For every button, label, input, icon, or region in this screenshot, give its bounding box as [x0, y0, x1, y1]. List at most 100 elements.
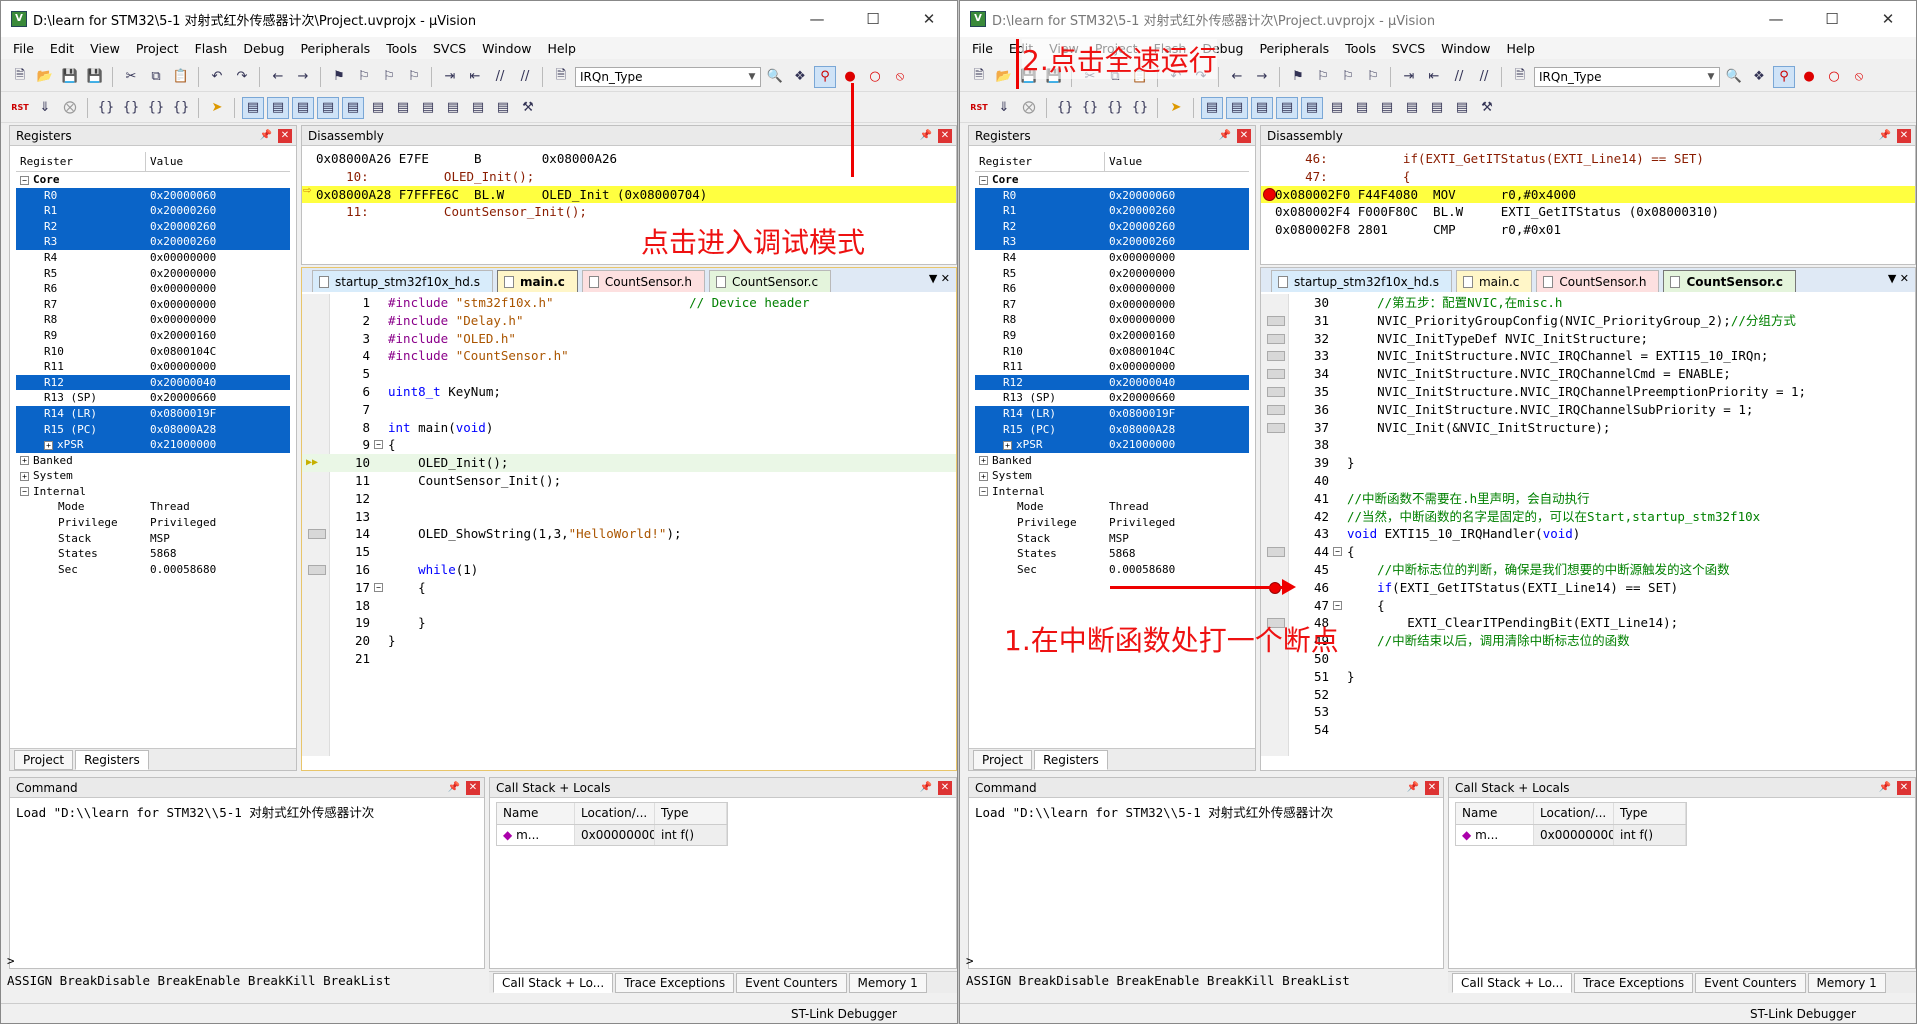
cut-icon[interactable]: ✂	[120, 66, 142, 88]
register-row[interactable]: R1 0x20000260	[16, 203, 290, 219]
register-row[interactable]: R11 0x00000000	[16, 359, 290, 375]
disassembly-line[interactable]: 47: {	[1261, 168, 1915, 186]
code-line[interactable]: 45 //中断标志位的判断，确保是我们想要的中断源触发的这个函数	[1261, 561, 1915, 579]
run-to-cursor-icon[interactable]: {}	[1129, 97, 1151, 119]
code-line[interactable]: 47 {−	[1261, 597, 1915, 615]
unindent-icon[interactable]: ⇤	[464, 66, 486, 88]
register-row[interactable]: Mode Thread	[975, 499, 1249, 515]
disassembly-line[interactable]: 46: if(EXTI_GetITStatus(EXTI_Line14) == …	[1261, 150, 1915, 168]
bookmark-icon[interactable]: ⚑	[1287, 66, 1309, 88]
code-line[interactable]: 20}	[302, 632, 956, 650]
disassembly-view[interactable]: 46: if(EXTI_GetITStatus(EXTI_Line14) == …	[1261, 146, 1915, 264]
indent-icon[interactable]: ⇥	[1398, 66, 1420, 88]
copy-icon[interactable]: ⧉	[145, 66, 167, 88]
code-line[interactable]: 31 NVIC_PriorityGroupConfig(NVIC_Priorit…	[1261, 312, 1915, 330]
bookmark-clear-icon[interactable]: ⚐	[403, 66, 425, 88]
executable-line-marker[interactable]	[308, 529, 326, 540]
step-over-icon[interactable]: {}	[1079, 97, 1101, 119]
code-line[interactable]: 35 NVIC_InitStructure.NVIC_IRQChannelPre…	[1261, 383, 1915, 401]
code-line[interactable]: 17 {−	[302, 579, 956, 597]
code-line[interactable]: 39}	[1261, 454, 1915, 472]
code-line[interactable]: 30 //第五步：配置NVIC,在misc.h	[1261, 294, 1915, 312]
close-icon[interactable]: ✕	[1860, 1, 1916, 37]
uncomment-icon[interactable]: //	[514, 66, 536, 88]
code-line[interactable]: 46 if(EXTI_GetITStatus(EXTI_Line14) == S…	[1261, 579, 1915, 597]
register-row[interactable]: R9 0x20000160	[975, 328, 1249, 344]
stop-icon[interactable]: ⨂	[59, 97, 81, 119]
menu-file[interactable]: File	[964, 41, 1001, 56]
maximize-icon[interactable]: ☐	[845, 1, 901, 37]
code-line[interactable]: 54	[1261, 721, 1915, 739]
indent-icon[interactable]: ⇥	[439, 66, 461, 88]
tab-registers[interactable]: Registers	[75, 749, 149, 770]
editor-tab[interactable]: CountSensor.c	[1663, 270, 1796, 292]
tab-event-counters[interactable]: Event Counters	[736, 972, 847, 993]
nav-back-icon[interactable]: ←	[267, 66, 289, 88]
tab-project[interactable]: Project	[14, 749, 74, 770]
find-icon[interactable]: 🔍	[764, 66, 786, 88]
unindent-icon[interactable]: ⇤	[1423, 66, 1445, 88]
code-line[interactable]: 50	[1261, 650, 1915, 668]
code-line[interactable]: 32 NVIC_InitTypeDef NVIC_InitStructure;	[1261, 330, 1915, 348]
disassembly-line[interactable]: 0x080002F4 F000F80C BL.W EXTI_GetITStatu…	[1261, 203, 1915, 221]
comment-icon[interactable]: //	[1448, 66, 1470, 88]
incremental-find-icon[interactable]: ❖	[1748, 66, 1770, 88]
code-line[interactable]: 9 {−	[302, 436, 956, 454]
register-row[interactable]: R8 0x00000000	[16, 312, 290, 328]
insert-breakpoint-icon[interactable]: ●	[1798, 66, 1820, 88]
disassembly-line[interactable]: 0x08000A26 E7FE B 0x08000A26	[302, 150, 956, 168]
run-to-cursor-icon[interactable]: {}	[170, 97, 192, 119]
expand-toggle-icon[interactable]: +	[20, 471, 29, 481]
step-over-icon[interactable]: {}	[120, 97, 142, 119]
close-icon[interactable]: ✕	[1425, 780, 1439, 795]
tab-event-counters[interactable]: Event Counters	[1695, 972, 1806, 993]
close-icon[interactable]: ✕	[278, 128, 292, 143]
code-line[interactable]: 10 OLED_Init(); ▶▶	[302, 454, 956, 472]
callstack-row[interactable]: ◆ m... 0x00000000 int f()	[1456, 825, 1686, 845]
find-icon[interactable]: 🔍	[1723, 66, 1745, 88]
register-row[interactable]: R0 0x20000060	[975, 187, 1249, 204]
register-row[interactable]: R4 0x00000000	[975, 250, 1249, 266]
find-in-files-icon[interactable]: 🗎	[550, 66, 572, 88]
watch-window-icon[interactable]: ▤	[1326, 97, 1348, 119]
start-stop-debug-session-icon[interactable]: ⚲	[1773, 65, 1795, 88]
kill-breakpoints-icon[interactable]: ⦸	[1848, 66, 1870, 88]
register-row[interactable]: R3 0x20000260	[975, 234, 1249, 250]
system-viewer-icon[interactable]: ▤	[492, 97, 514, 119]
breakpoint-marker-icon[interactable]	[1263, 188, 1276, 201]
show-next-statement-icon[interactable]: ➤	[206, 97, 228, 119]
register-row[interactable]: R2 0x20000260	[16, 218, 290, 235]
code-line[interactable]: 8 int main(void)	[302, 419, 956, 437]
executable-line-marker[interactable]	[1267, 315, 1285, 326]
tab-trace-exceptions[interactable]: Trace Exceptions	[1574, 972, 1694, 993]
menu-peripherals[interactable]: Peripherals	[292, 41, 378, 56]
close-icon[interactable]: ✕	[1897, 128, 1911, 143]
close-icon[interactable]: ✕	[901, 1, 957, 37]
editor-tab[interactable]: CountSensor.h	[1536, 270, 1660, 292]
pin-icon[interactable]: 📌	[1879, 782, 1891, 793]
code-line[interactable]: 36 NVIC_InitStructure.NVIC_IRQChannelSub…	[1261, 401, 1915, 419]
tab-memory-1[interactable]: Memory 1	[848, 972, 927, 993]
register-row[interactable]: + xPSR 0x21000000	[975, 437, 1249, 453]
register-row[interactable]: R15 (PC) 0x08000A28	[16, 421, 290, 438]
menu-window[interactable]: Window	[1433, 41, 1498, 56]
register-row[interactable]: − Internal	[16, 484, 290, 500]
undo-icon[interactable]: ↶	[206, 66, 228, 88]
code-line[interactable]: 19 }	[302, 614, 956, 632]
register-row[interactable]: + System	[16, 468, 290, 484]
code-line[interactable]: 44 {−	[1261, 543, 1915, 561]
find-combo[interactable]: IRQn_Type ▼	[1534, 66, 1720, 87]
fold-toggle-icon[interactable]: −	[1333, 600, 1342, 610]
code-line[interactable]: 37 NVIC_Init(&NVIC_InitStructure);	[1261, 419, 1915, 437]
minimize-icon[interactable]: —	[789, 1, 845, 37]
code-line[interactable]: 12	[302, 490, 956, 508]
executable-line-marker[interactable]	[1267, 369, 1285, 380]
serial-window-icon[interactable]: ▤	[1376, 97, 1398, 119]
uncomment-icon[interactable]: //	[1473, 66, 1495, 88]
code-editor[interactable]: 1 #include "stm32f10x.h" // Device header…	[302, 294, 956, 756]
pin-icon[interactable]: 📌	[260, 130, 272, 141]
expand-toggle-icon[interactable]: −	[20, 487, 29, 497]
show-next-statement-icon[interactable]: ➤	[1165, 97, 1187, 119]
register-row[interactable]: R0 0x20000060	[16, 187, 290, 204]
disassembly-line[interactable]: 11: CountSensor_Init();	[302, 203, 956, 221]
